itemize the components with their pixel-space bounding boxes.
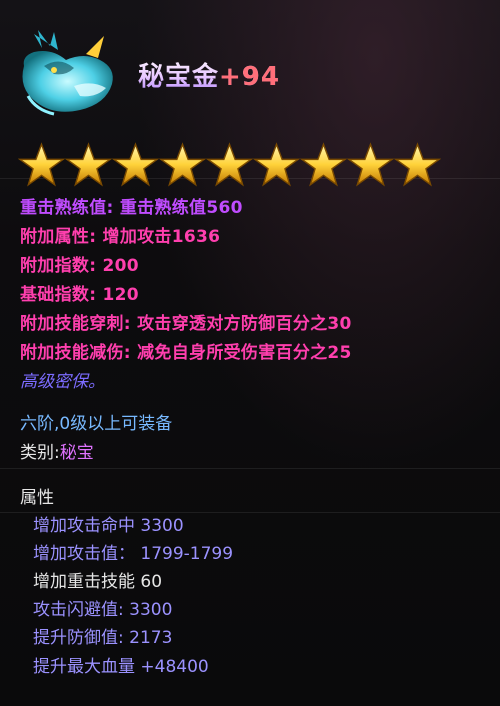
item-note: 高级密保。 [20, 372, 105, 392]
category-value: 秘宝 [59, 443, 94, 463]
equip-requirement: 六阶,0级以上可装备 [20, 414, 173, 434]
category-label: 类别: [20, 443, 60, 463]
star-icon [394, 142, 441, 187]
attr-line: 附加技能减伤: 减免自身所受伤害百分之25 [20, 343, 352, 363]
attr-line: 重击熟练值: 重击熟练值560 [20, 198, 243, 218]
attr-line: 附加技能穿刺: 攻击穿透对方防御百分之30 [20, 314, 352, 334]
star-icon [300, 142, 347, 187]
star-icon [206, 142, 253, 187]
star-icon [347, 142, 394, 187]
stat-line: 增加重击技能 60 [33, 572, 163, 592]
attr-line: 附加属性: 增加攻击1636 [20, 227, 221, 247]
star-icon [65, 142, 112, 187]
attr-line: 附加指数: 200 [20, 256, 139, 276]
star-rating [18, 142, 441, 188]
stat-line: 增加攻击命中 3300 [33, 516, 184, 536]
section-title: 属性 [20, 488, 54, 508]
star-icon [159, 142, 206, 187]
item-category: 类别:秘宝 [20, 438, 94, 463]
enhance-level: +94 [219, 62, 280, 92]
star-icon [112, 142, 159, 187]
item-title: 秘宝金+94 [138, 56, 280, 93]
star-icon [18, 142, 65, 187]
star-icon [253, 142, 300, 187]
attr-line: 基础指数: 120 [20, 285, 139, 305]
item-name: 秘宝金 [138, 62, 220, 92]
item-tooltip: 秘宝金+94 重击熟练值: 重击熟练值560 附加属性: 增加攻击1636 附加… [0, 0, 500, 706]
stat-line: 增加攻击值： 1799-1799 [33, 544, 234, 564]
stat-line: 攻击闪避值: 3300 [33, 600, 173, 620]
stat-line: 提升防御值: 2173 [33, 628, 173, 648]
divider [0, 468, 500, 469]
stat-line: 提升最大血量 +48400 [33, 657, 209, 677]
qilin-beast-icon [14, 26, 118, 118]
